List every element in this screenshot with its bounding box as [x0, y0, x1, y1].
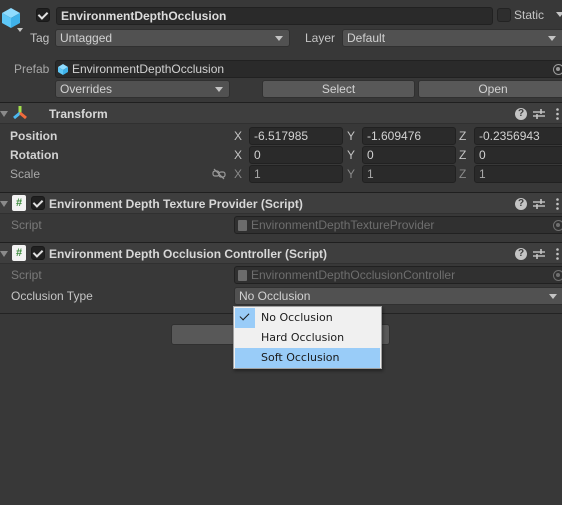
constrain-proportions-icon[interactable] [212, 168, 226, 183]
texture-provider-script-value: EnvironmentDepthTextureProvider [251, 218, 434, 232]
layer-value: Default [347, 31, 385, 45]
occlusion-controller-enabled-checkbox[interactable] [31, 246, 45, 260]
presets-icon[interactable] [533, 198, 545, 213]
texture-provider-script-field: EnvironmentDepthTextureProvider [234, 216, 562, 234]
occlusion-controller-script-label: Script [11, 268, 42, 282]
transform-title: Transform [49, 107, 108, 121]
rotation-y-input[interactable]: 0 [362, 146, 456, 164]
occlusion-controller-header[interactable]: # Environment Depth Occlusion Controller… [0, 242, 562, 264]
occlusion-controller-title: Environment Depth Occlusion Controller (… [49, 247, 327, 261]
foldout-arrow-icon[interactable] [0, 251, 8, 257]
position-y-input[interactable]: -1.609476 [362, 127, 456, 145]
gameobject-name-input[interactable]: EnvironmentDepthOcclusion [56, 7, 493, 25]
static-checkbox[interactable] [497, 8, 511, 22]
prefab-label: Prefab [14, 62, 49, 76]
object-picker-icon[interactable] [553, 64, 562, 75]
static-dropdown-arrow[interactable] [556, 12, 562, 17]
chevron-down-icon [215, 87, 223, 92]
scale-y-input[interactable]: 1 [362, 165, 456, 183]
help-icon[interactable]: ? [515, 108, 527, 120]
position-y-axis[interactable]: Y [347, 129, 359, 143]
prefab-asset-field[interactable]: EnvironmentDepthOcclusion [55, 60, 562, 78]
transform-header[interactable]: Transform ? [0, 102, 562, 124]
help-icon[interactable]: ? [515, 198, 527, 210]
prefab-asset-name: EnvironmentDepthOcclusion [72, 62, 224, 76]
popup-option-hard-occlusion[interactable]: Hard Occlusion [234, 328, 381, 348]
position-x-input[interactable]: -6.517985 [249, 127, 343, 145]
position-x-axis[interactable]: X [234, 129, 246, 143]
static-label: Static [514, 8, 544, 22]
occlusion-type-label: Occlusion Type [11, 289, 93, 303]
presets-icon[interactable] [533, 248, 545, 263]
position-z-input[interactable]: -0.2356943 [474, 127, 562, 145]
occlusion-controller-script-field: EnvironmentDepthOcclusionController [234, 266, 562, 284]
rotation-x-axis[interactable]: X [234, 148, 246, 162]
chevron-down-icon [275, 36, 283, 41]
chevron-down-icon [548, 36, 556, 41]
more-options-icon[interactable] [556, 248, 559, 263]
tag-label: Tag [30, 31, 49, 45]
script-asset-icon [238, 270, 247, 281]
scale-z-axis[interactable]: Z [459, 167, 471, 181]
gameobject-icon[interactable] [0, 6, 22, 30]
popup-option-label: Soft Occlusion [261, 351, 339, 364]
position-z-axis[interactable]: Z [459, 129, 471, 143]
script-icon: # [12, 195, 26, 211]
texture-provider-header[interactable]: # Environment Depth Texture Provider (Sc… [0, 192, 562, 214]
script-asset-icon [238, 220, 247, 231]
layer-dropdown[interactable]: Default [342, 29, 562, 47]
object-picker-icon [553, 220, 562, 231]
active-checkbox[interactable] [36, 8, 50, 22]
foldout-arrow-icon[interactable] [0, 111, 8, 117]
layer-label: Layer [305, 31, 335, 45]
scale-z-input[interactable]: 1 [474, 165, 562, 183]
tag-dropdown[interactable]: Untagged [55, 29, 290, 47]
overrides-dropdown[interactable]: Overrides [55, 80, 230, 98]
help-icon[interactable]: ? [515, 248, 527, 260]
rotation-label: Rotation [10, 148, 59, 162]
scale-x-axis[interactable]: X [234, 167, 246, 181]
transform-icon [12, 105, 28, 124]
open-button[interactable]: Open [418, 80, 562, 98]
tag-value: Untagged [60, 31, 112, 45]
select-button[interactable]: Select [262, 80, 415, 98]
popup-option-label: No Occlusion [261, 311, 333, 324]
scale-y-axis[interactable]: Y [347, 167, 359, 181]
popup-option-soft-occlusion[interactable]: Soft Occlusion [235, 348, 380, 368]
checkmark-icon [235, 308, 255, 328]
foldout-arrow-icon[interactable] [0, 201, 8, 207]
chevron-down-icon [549, 294, 557, 299]
scale-x-input[interactable]: 1 [249, 165, 343, 183]
position-label: Position [10, 129, 57, 143]
rotation-x-input[interactable]: 0 [249, 146, 343, 164]
occlusion-controller-script-value: EnvironmentDepthOcclusionController [251, 268, 455, 282]
occlusion-type-value: No Occlusion [239, 289, 310, 303]
texture-provider-script-label: Script [11, 218, 42, 232]
script-icon: # [12, 245, 26, 261]
rotation-y-axis[interactable]: Y [347, 148, 359, 162]
occlusion-type-popup: No Occlusion Hard Occlusion Soft Occlusi… [233, 306, 382, 369]
popup-option-no-occlusion[interactable]: No Occlusion [234, 308, 381, 328]
occlusion-type-dropdown[interactable]: No Occlusion [234, 287, 562, 305]
texture-provider-title: Environment Depth Texture Provider (Scri… [49, 197, 303, 211]
rotation-z-input[interactable]: 0 [474, 146, 562, 164]
overrides-label: Overrides [60, 82, 112, 96]
icon-dropdown-arrow[interactable] [17, 28, 23, 32]
presets-icon[interactable] [533, 108, 545, 123]
more-options-icon[interactable] [556, 108, 559, 123]
prefab-cube-icon [58, 64, 68, 78]
scale-label: Scale [10, 167, 40, 181]
texture-provider-enabled-checkbox[interactable] [31, 196, 45, 210]
popup-option-label: Hard Occlusion [261, 331, 344, 344]
more-options-icon[interactable] [556, 198, 559, 213]
object-picker-icon [553, 270, 562, 281]
rotation-z-axis[interactable]: Z [459, 148, 471, 162]
